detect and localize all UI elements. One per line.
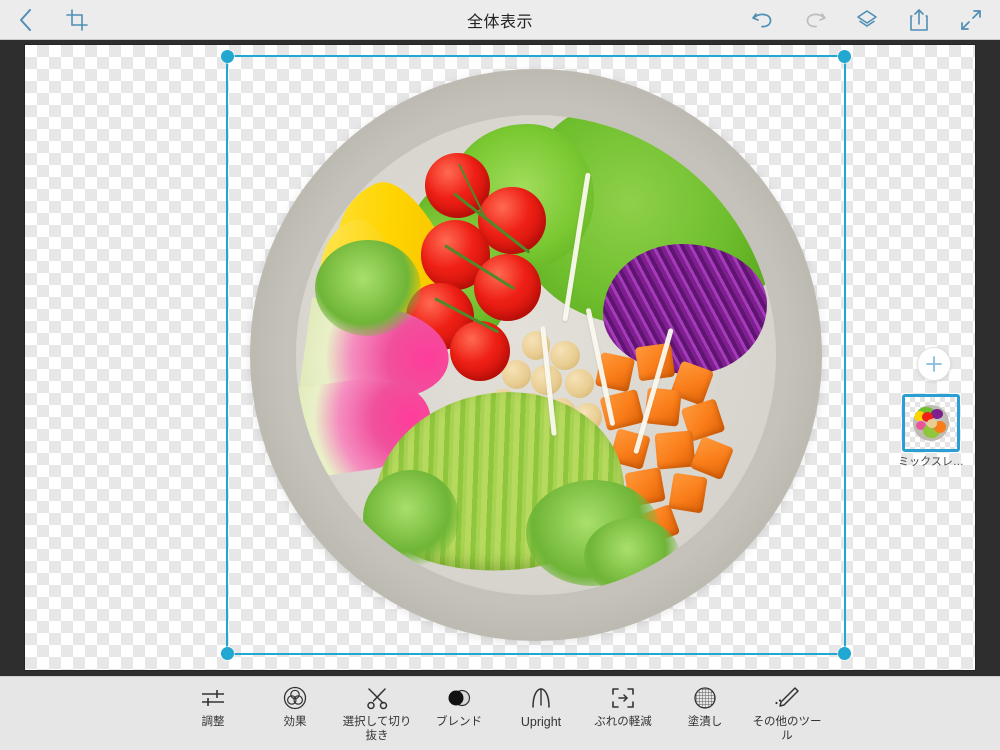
canvas[interactable]: ミックスレ…: [25, 45, 975, 670]
tool-blend-label: ブレンド: [436, 716, 482, 728]
adjust-icon: [200, 684, 226, 712]
tool-deblur-label: ぶれの軽減: [594, 716, 652, 728]
tool-more[interactable]: その他のツール: [751, 684, 823, 744]
layer-thumbnail-image: [913, 405, 949, 441]
effects-icon: [283, 684, 307, 712]
cutout-icon: [364, 684, 390, 712]
top-toolbar-left: [0, 7, 90, 33]
deblur-icon: [610, 684, 636, 712]
bottom-toolbar: 調整 効果 選択して切り抜き ブレンド Upright ぶれの軽減 塗潰し その…: [0, 676, 1000, 750]
tool-cutout-label: 選択して切り抜き: [342, 716, 412, 743]
layer-thumbnail[interactable]: [902, 394, 960, 452]
undo-icon[interactable]: [750, 7, 776, 33]
layers-icon[interactable]: [854, 7, 880, 33]
tool-adjust[interactable]: 調整: [177, 684, 249, 729]
tool-fill-label: 塗潰し: [687, 716, 723, 728]
tool-deblur[interactable]: ぶれの軽減: [587, 684, 659, 729]
crop-icon[interactable]: [64, 7, 90, 33]
add-layer-button[interactable]: [917, 347, 951, 381]
photo-editor-app: 全体表示 ミックスレ… 調整 効果 選択して切り抜き ブレンド Upright …: [0, 0, 1000, 750]
tool-more-label: その他のツール: [752, 716, 822, 743]
tool-fill[interactable]: 塗潰し: [669, 684, 741, 729]
top-toolbar: 全体表示: [0, 0, 1000, 40]
layer-label: ミックスレ…: [898, 456, 964, 468]
tool-blend[interactable]: ブレンド: [423, 684, 495, 729]
editor-area: ミックスレ…: [0, 40, 1000, 676]
more-tools-icon: [773, 684, 801, 712]
back-chevron-icon[interactable]: [12, 7, 38, 33]
tool-effects[interactable]: 効果: [259, 684, 331, 729]
tool-upright[interactable]: Upright: [505, 684, 577, 731]
tool-adjust-label: 調整: [201, 716, 225, 728]
redo-icon[interactable]: [802, 7, 828, 33]
tool-cutout[interactable]: 選択して切り抜き: [341, 684, 413, 744]
tool-upright-label: Upright: [520, 715, 562, 729]
expand-icon[interactable]: [958, 7, 984, 33]
salad-bowl-image: [250, 69, 822, 641]
layer-item[interactable]: ミックスレ…: [898, 394, 964, 469]
upright-icon: [529, 684, 553, 712]
top-toolbar-right: [750, 7, 1000, 33]
image-layer[interactable]: [226, 55, 846, 655]
fill-icon: [693, 684, 717, 712]
share-icon[interactable]: [906, 7, 932, 33]
blend-icon: [446, 684, 472, 712]
tool-effects-label: 効果: [283, 716, 307, 728]
